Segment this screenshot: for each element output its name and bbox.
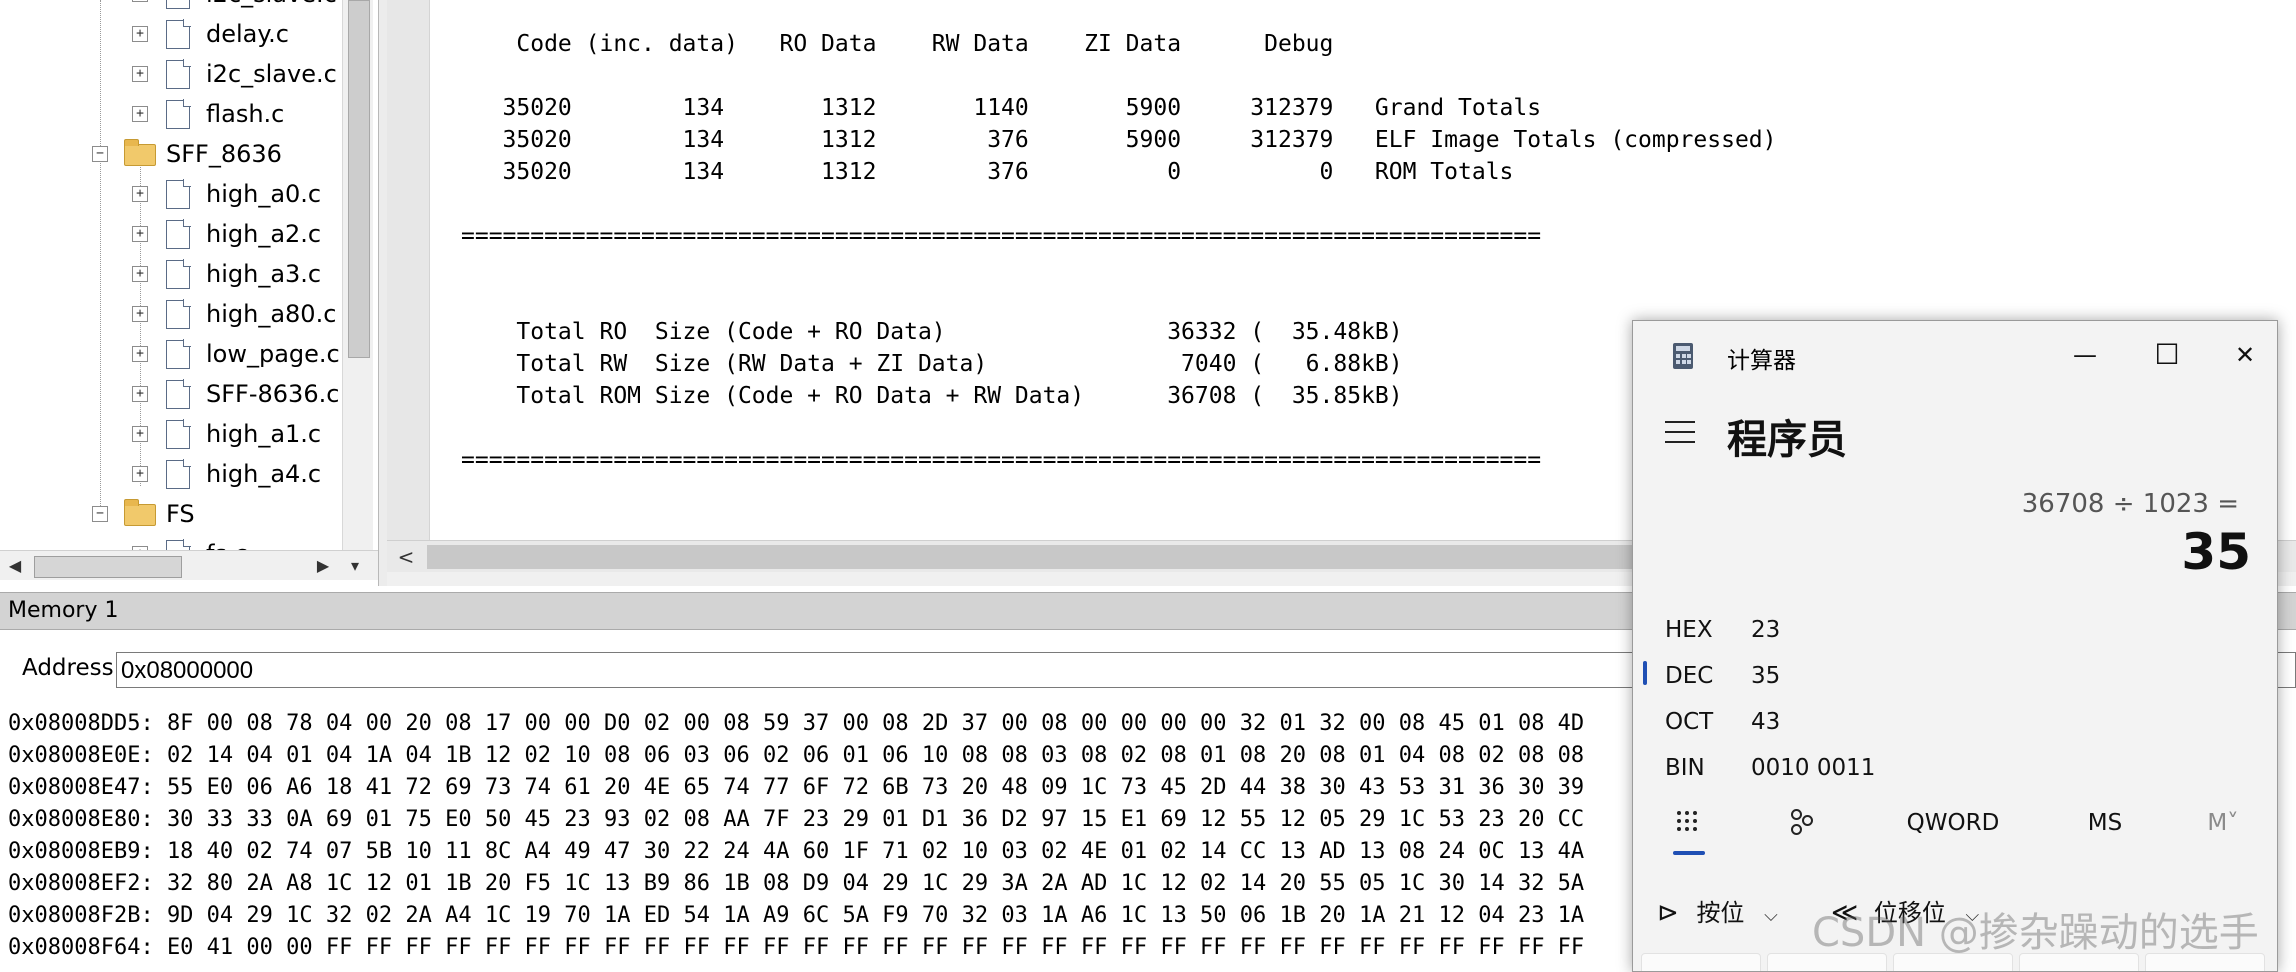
scroll-down-icon[interactable]: ▾	[342, 554, 368, 578]
c-file-icon	[166, 339, 191, 369]
logic-gate-icon: ⊳	[1657, 898, 1679, 928]
memory-menu-button[interactable]: M˅	[2193, 803, 2253, 843]
word-size-button[interactable]: QWORD	[1903, 803, 2003, 843]
scroll-left-icon[interactable]: ◀	[2, 554, 28, 578]
memory-row[interactable]: 0x08008EF2: 32 80 2A A8 1C 12 01 1B 20 F…	[8, 868, 1584, 900]
memory-row[interactable]: 0x08008EB9: 18 40 02 74 07 5B 10 11 8C A…	[8, 836, 1584, 868]
memory-store-button[interactable]: MS	[2075, 803, 2135, 843]
totals-row: 35020 134 1312 376 0 0 ROM Totals	[461, 159, 1514, 185]
active-tab-indicator	[1673, 851, 1705, 855]
c-file-icon	[166, 59, 191, 89]
base-bin-row[interactable]: BIN 0010 0011	[1633, 749, 2277, 789]
base-oct-row[interactable]: OCT 43	[1633, 703, 2277, 743]
tree-horizontal-scroll-thumb[interactable]	[34, 556, 182, 578]
c-file-icon	[166, 259, 191, 289]
full-keypad-icon[interactable]	[1677, 811, 1699, 833]
base-hex-row[interactable]: HEX 23	[1633, 611, 2277, 651]
expand-icon[interactable]: +	[132, 386, 148, 402]
tree-item-file[interactable]: + high_a4.c	[0, 454, 340, 494]
c-file-icon	[166, 0, 190, 9]
watermark: CSDN @掺杂躁动的选手	[1812, 910, 2259, 956]
c-file-icon	[166, 19, 191, 49]
table-header: Code (inc. data) RO Data RW Data ZI Data…	[461, 31, 1334, 57]
totals-row: 35020 134 1312 376 5900 312379 ELF Image…	[461, 127, 1777, 153]
separator-line: ========================================…	[461, 447, 1542, 473]
memory-row[interactable]: 0x08008F2B: 9D 04 29 1C 32 02 2A A4 1C 1…	[8, 900, 1584, 932]
totals-row: 35020 134 1312 1140 5900 312379 Grand To…	[461, 95, 1542, 121]
expand-icon[interactable]: +	[132, 466, 148, 482]
expand-icon[interactable]: +	[132, 26, 148, 42]
tree-horizontal-scrollbar[interactable]: ◀ ▶ ▾	[0, 550, 378, 580]
tree-item-file[interactable]: + i2c_slave.c	[0, 54, 340, 94]
folder-icon	[124, 499, 156, 526]
expand-icon[interactable]: +	[132, 186, 148, 202]
tree-item-file[interactable]: + i2c_slave.c	[0, 0, 340, 14]
collapse-icon[interactable]: −	[92, 506, 108, 522]
expand-icon[interactable]: +	[132, 266, 148, 282]
c-file-icon	[166, 219, 191, 249]
memory-dump[interactable]: 0x08008DD5: 8F 00 08 78 04 00 20 08 17 0…	[8, 708, 1584, 964]
bitwise-dropdown[interactable]: ⊳ 按位 ⌵	[1657, 893, 1778, 933]
build-output-text: Code (inc. data) RO Data RW Data ZI Data…	[461, 28, 1776, 476]
tree-vertical-scroll-thumb[interactable]	[348, 0, 370, 358]
separator-line: ========================================…	[461, 223, 1542, 249]
tree-item-file[interactable]: + flash.c	[0, 94, 340, 134]
tree-item-file[interactable]: + high_a80.c	[0, 294, 340, 334]
expand-icon[interactable]: +	[132, 0, 148, 2]
address-label: Address:	[22, 655, 122, 681]
c-file-icon	[166, 299, 191, 329]
close-button[interactable]: ✕	[2213, 331, 2277, 379]
c-file-icon	[166, 459, 191, 489]
expand-icon[interactable]: +	[132, 66, 148, 82]
calculator-icon	[1673, 343, 1693, 369]
calculation-result: 35	[2181, 523, 2251, 581]
memory-row[interactable]: 0x08008E0E: 02 14 04 01 04 1A 04 1B 12 0…	[8, 740, 1584, 772]
memory-row[interactable]: 0x08008F64: E0 41 00 00 FF FF FF FF FF F…	[8, 932, 1584, 964]
tree-item-file[interactable]: + high_a2.c	[0, 214, 340, 254]
size-row: Total ROM Size (Code + RO Data + RW Data…	[461, 383, 1403, 409]
calculator-window[interactable]: 计算器 — ☐ ✕ 程序员 36708 ÷ 1023 = 35 HEX 23 D…	[1632, 320, 2278, 972]
tree-item-folder[interactable]: − SFF_8636	[0, 134, 340, 174]
minimize-button[interactable]: —	[2053, 331, 2117, 379]
calculator-mode-title: 程序员	[1727, 417, 1847, 463]
memory-row[interactable]: 0x08008E80: 30 33 33 0A 69 01 75 E0 50 4…	[8, 804, 1584, 836]
tree-item-file[interactable]: + delay.c	[0, 14, 340, 54]
editor-gutter	[387, 0, 430, 540]
calculation-expression: 36708 ÷ 1023 =	[2021, 489, 2239, 519]
tree-item-file[interactable]: + SFF-8636.c	[0, 374, 340, 414]
collapse-icon[interactable]: −	[92, 146, 108, 162]
expand-icon[interactable]: +	[132, 106, 148, 122]
tree-item-file[interactable]: + high_a0.c	[0, 174, 340, 214]
expand-icon[interactable]: +	[132, 306, 148, 322]
chevron-down-icon: ⌵	[1764, 905, 1778, 926]
c-file-icon	[166, 99, 191, 129]
project-tree: + i2c_slave.c + delay.c + i2c_slave.c + …	[0, 0, 378, 580]
scroll-right-icon[interactable]: ▶	[310, 554, 336, 578]
expand-icon[interactable]: +	[132, 226, 148, 242]
scroll-left-icon[interactable]: <	[393, 545, 419, 569]
c-file-icon	[166, 379, 191, 409]
memory-row[interactable]: 0x08008E47: 55 E0 06 A6 18 41 72 69 73 7…	[8, 772, 1584, 804]
bit-toggling-keypad-icon[interactable]	[1791, 809, 1815, 837]
tree-item-file[interactable]: + high_a3.c	[0, 254, 340, 294]
base-dec-row[interactable]: DEC 35	[1633, 657, 2277, 697]
size-row: Total RW Size (RW Data + ZI Data) 7040 (…	[461, 351, 1403, 377]
calculator-title: 计算器	[1727, 348, 1796, 374]
maximize-button[interactable]: ☐	[2135, 331, 2199, 379]
tree-item-file[interactable]: + high_a1.c	[0, 414, 340, 454]
tree-item-file[interactable]: + low_page.c	[0, 334, 340, 374]
size-row: Total RO Size (Code + RO Data) 36332 ( 3…	[461, 319, 1403, 345]
expand-icon[interactable]: +	[132, 346, 148, 362]
expand-icon[interactable]: +	[132, 426, 148, 442]
c-file-icon	[166, 179, 191, 209]
tree-item-folder[interactable]: − FS	[0, 494, 340, 534]
c-file-icon	[166, 419, 191, 449]
menu-icon[interactable]	[1665, 421, 1695, 451]
memory-row[interactable]: 0x08008DD5: 8F 00 08 78 04 00 20 08 17 0…	[8, 708, 1584, 740]
folder-icon	[124, 139, 156, 166]
